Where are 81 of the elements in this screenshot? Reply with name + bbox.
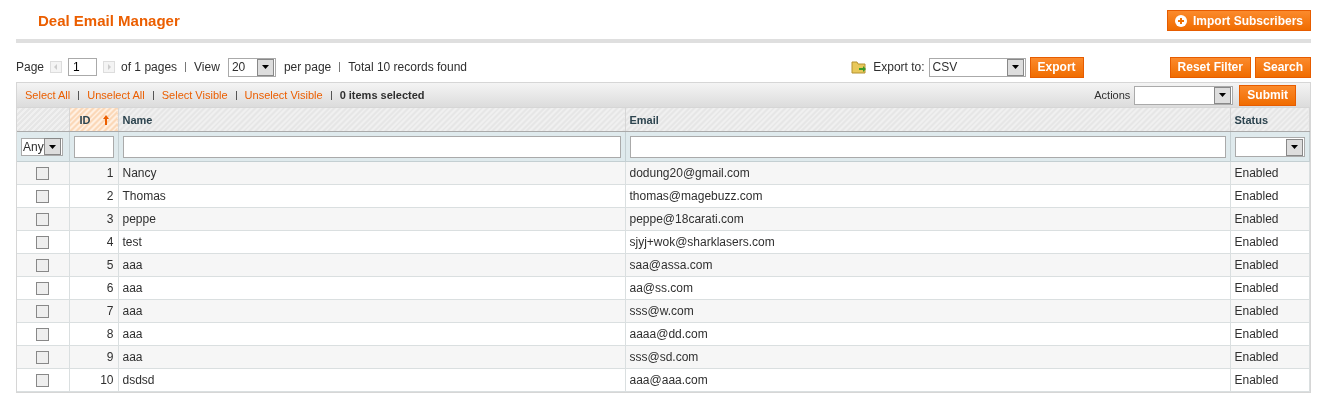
row-checkbox[interactable] [36,327,50,341]
email-cell: dodung20@gmail.com [625,161,1230,185]
selected-count: 0 [339,89,346,101]
select-link[interactable]: Unselect All [87,89,145,101]
actions-select[interactable] [1134,85,1234,105]
name-cell: test [118,230,625,254]
page-title: Deal Email Manager [38,12,180,29]
sort-arrow-icon [102,114,109,125]
status-cell: Enabled [1230,368,1310,392]
column-header[interactable]: Email [625,108,1230,132]
row-checkbox[interactable] [36,350,50,364]
column-header[interactable]: Name [118,108,625,132]
grid-button[interactable]: Reset Filter [1169,56,1251,78]
page-field[interactable]: 1 [68,58,98,76]
records-count: Total 10 records found [348,60,467,74]
status-cell: Enabled [1230,276,1310,300]
id-filter-field[interactable] [73,135,114,158]
name-cell: dsdsd [118,368,625,392]
id-cell: 8 [69,322,118,346]
export-button[interactable]: Export [1029,56,1084,78]
page-label: Page [16,60,45,74]
column-header[interactable]: Status [1230,108,1310,132]
status-filter-select[interactable] [1234,137,1305,157]
email-cell: sss@w.com [625,299,1230,323]
caret-icon [261,65,269,69]
export-label: Export to: [873,60,925,74]
caret-icon [1291,145,1298,149]
email-filter-field[interactable] [629,135,1226,158]
status-cell: Enabled [1230,322,1310,346]
actions-label: Actions [1094,89,1131,101]
email-cell: aa@ss.com [625,276,1230,300]
name-cell: Nancy [118,161,625,185]
submit-button[interactable]: Submit [1239,84,1296,106]
email-cell: aaa@aaa.com [625,368,1230,392]
name-cell: aaa [118,299,625,323]
row-checkbox[interactable] [36,189,50,203]
column-header[interactable]: ID [69,108,118,132]
row-checkbox[interactable] [36,281,50,295]
caret-icon [1011,65,1019,69]
name-cell: Thomas [118,184,625,208]
page-count: of 1 pages [121,60,178,74]
row-checkbox[interactable] [36,304,50,318]
name-cell: aaa [118,345,625,369]
id-cell: 2 [69,184,118,208]
id-cell: 10 [69,368,118,392]
export-format-select[interactable]: CSV [928,57,1026,77]
name-cell: aaa [118,253,625,277]
row-checkbox[interactable] [36,258,50,272]
email-cell: aaaa@dd.com [625,322,1230,346]
name-cell: aaa [118,276,625,300]
email-cell: thomas@magebuzz.com [625,184,1230,208]
name-filter-field[interactable] [122,135,621,158]
per-page-label: per page [283,60,332,74]
per-page-select[interactable]: 20 [227,57,276,77]
status-cell: Enabled [1230,230,1310,254]
row-checkbox[interactable] [36,166,50,180]
row-checkbox[interactable] [36,235,50,249]
email-cell: saa@assa.com [625,253,1230,277]
name-cell: aaa [118,322,625,346]
email-cell: sjyj+wok@sharklasers.com [625,230,1230,254]
select-link[interactable]: Select Visible [161,89,228,101]
row-checkbox[interactable] [36,373,50,387]
select-link[interactable]: Unselect Visible [244,89,323,101]
checkbox-filter-select[interactable]: Any [21,137,63,156]
selected-label: items selected [348,89,425,101]
name-cell: peppe [118,207,625,231]
caret-icon [49,144,56,149]
email-cell: sss@sd.com [625,345,1230,369]
caret-icon [1219,93,1227,97]
import-subscribers-button[interactable]: Import Subscribers [1166,10,1311,31]
column-header[interactable] [17,108,69,132]
email-cell: peppe@18carati.com [625,207,1230,231]
plus-icon [1174,14,1187,27]
folder-icon [851,60,868,74]
id-cell: 6 [69,276,118,300]
view-label: View [194,60,220,74]
id-cell: 4 [69,230,118,254]
grid-button[interactable]: Search [1254,56,1311,78]
status-cell: Enabled [1230,184,1310,208]
select-link[interactable]: Select All [25,89,71,101]
row-checkbox[interactable] [36,212,50,226]
